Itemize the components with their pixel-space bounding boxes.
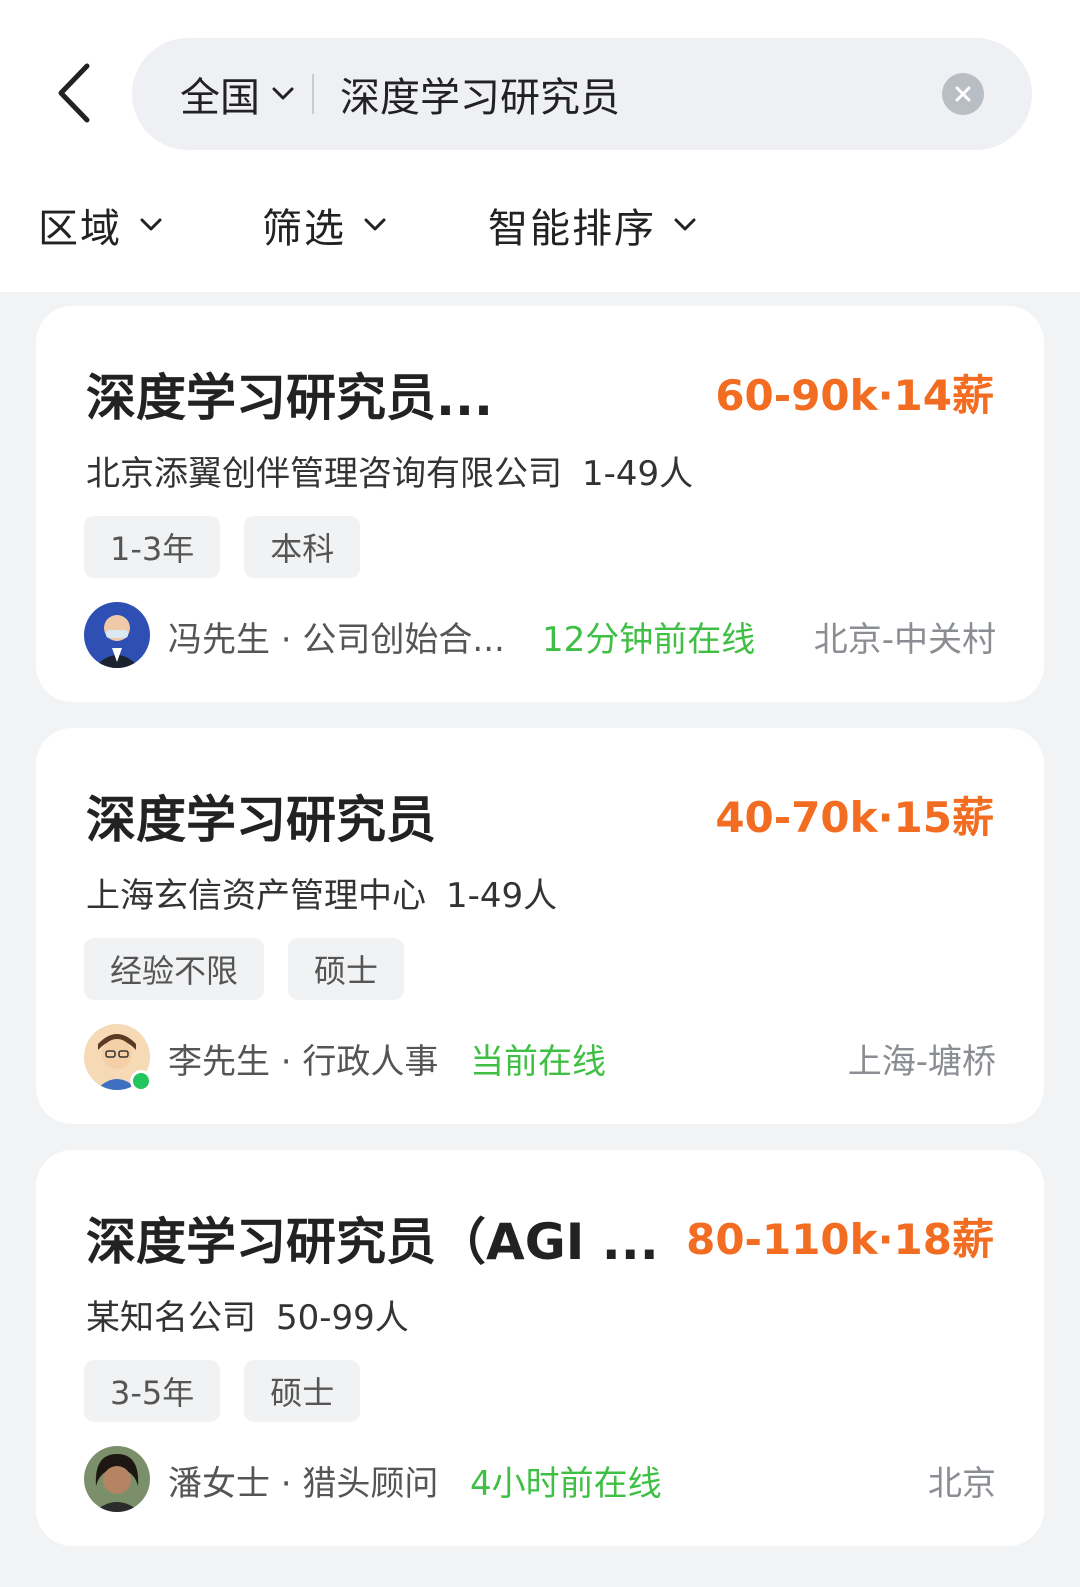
tag-experience: 经验不限 — [84, 938, 265, 1000]
filter-screen[interactable]: 筛选 — [262, 196, 386, 254]
company-size: 1-49人 — [446, 876, 558, 916]
job-tags: 经验不限 硕士 — [84, 938, 428, 1000]
filter-label: 智能排序 — [488, 206, 656, 252]
company-info: 上海玄信资产管理中心 1-49人 — [86, 868, 557, 917]
online-status: 12分钟前在线 — [542, 620, 756, 660]
tag-education: 本科 — [244, 516, 361, 578]
job-card[interactable]: 深度学习研究员 40-70k·15薪 上海玄信资产管理中心 1-49人 经验不限 … — [36, 728, 1044, 1124]
chevron-down-icon — [140, 218, 162, 232]
back-button[interactable] — [48, 58, 98, 128]
search-input[interactable] — [340, 64, 942, 124]
recruiter-name: 李先生 · 行政人事 — [168, 1042, 439, 1082]
job-location: 北京-中关村 — [813, 620, 996, 660]
back-arrow-icon — [58, 63, 90, 123]
job-title: 深度学习研究员 — [86, 791, 436, 849]
filter-label: 区域 — [38, 206, 122, 252]
job-title: 深度学习研究员（AGI ... — [86, 1213, 659, 1271]
tag-experience: 3-5年 — [84, 1360, 221, 1422]
job-tags: 1-3年 本科 — [84, 516, 384, 578]
avatar — [84, 602, 150, 668]
company-size: 50-99人 — [276, 1298, 409, 1338]
recruiter-name: 冯先生 · 公司创始合... — [168, 620, 505, 660]
filter-sort[interactable]: 智能排序 — [488, 196, 696, 254]
company-size: 1-49人 — [582, 454, 694, 494]
company-name: 北京添翼创伴管理咨询有限公司 — [86, 454, 562, 494]
region-selector[interactable]: 全国 — [180, 65, 294, 123]
job-tags: 3-5年 硕士 — [84, 1360, 384, 1422]
job-salary: 60-90k·14薪 — [715, 371, 994, 420]
online-status: 当前在线 — [470, 1042, 606, 1082]
recruiter-row: 潘女士 · 猎头顾问 4小时前在线 北京 — [84, 1446, 996, 1512]
recruiter-row: 冯先生 · 公司创始合... 12分钟前在线 北京-中关村 — [84, 602, 996, 668]
recruiter-row: 李先生 · 行政人事 当前在线 上海-塘桥 — [84, 1024, 996, 1092]
filter-bar: 区域 筛选 智能排序 — [0, 196, 1080, 266]
filter-region[interactable]: 区域 — [38, 196, 162, 254]
filter-label: 筛选 — [262, 206, 346, 252]
job-title: 深度学习研究员... — [86, 369, 493, 427]
search-divider — [312, 74, 314, 114]
region-label: 全国 — [180, 75, 260, 121]
chevron-down-icon — [272, 87, 294, 101]
recruiter-name: 潘女士 · 猎头顾问 — [168, 1464, 439, 1504]
company-name: 上海玄信资产管理中心 — [86, 876, 426, 916]
online-status: 4小时前在线 — [470, 1464, 662, 1504]
company-info: 某知名公司 50-99人 — [86, 1290, 409, 1339]
job-salary: 40-70k·15薪 — [715, 793, 994, 842]
chevron-down-icon — [674, 218, 696, 232]
tag-education: 硕士 — [288, 938, 405, 1000]
chevron-down-icon — [364, 218, 386, 232]
search-bar: 全国 — [132, 38, 1032, 150]
clear-icon — [955, 86, 971, 102]
job-location: 北京 — [928, 1464, 996, 1504]
company-info: 北京添翼创伴管理咨询有限公司 1-49人 — [86, 446, 693, 495]
company-name: 某知名公司 — [86, 1298, 256, 1338]
job-location: 上海-塘桥 — [847, 1042, 996, 1082]
job-salary: 80-110k·18薪 — [686, 1215, 994, 1264]
clear-search-button[interactable] — [942, 73, 984, 115]
tag-experience: 1-3年 — [84, 516, 221, 578]
job-card[interactable]: 深度学习研究员（AGI ... 80-110k·18薪 某知名公司 50-99人 … — [36, 1150, 1044, 1546]
avatar — [84, 1446, 150, 1512]
top-bar: 全国 区域 筛选 智能排序 — [0, 0, 1080, 292]
job-card[interactable]: 深度学习研究员... 60-90k·14薪 北京添翼创伴管理咨询有限公司 1-49… — [36, 306, 1044, 702]
online-indicator — [130, 1070, 152, 1092]
tag-education: 硕士 — [244, 1360, 361, 1422]
